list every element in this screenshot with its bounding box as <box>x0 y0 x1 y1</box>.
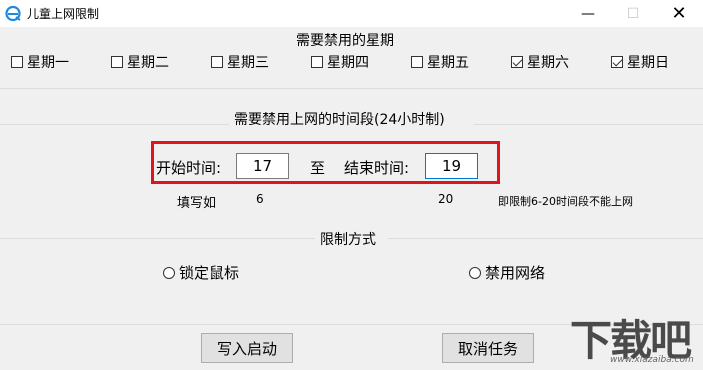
radio-label: 禁用网络 <box>485 264 546 282</box>
day-label: 星期四 <box>327 55 369 71</box>
checkbox-icon <box>211 56 223 68</box>
maximize-icon: ☐ <box>626 5 640 22</box>
example-start-value: 6 <box>256 192 264 206</box>
checkbox-icon <box>111 56 123 68</box>
days-section-title: 需要禁用的星期 <box>296 33 394 49</box>
start-time-label: 开始时间: <box>156 159 222 177</box>
minimize-icon: — <box>581 5 595 22</box>
radio-lock-mouse[interactable]: 锁定鼠标 <box>163 262 239 283</box>
radio-icon <box>163 266 175 279</box>
title-bar: 儿童上网限制 — ☐ ✕ <box>0 0 703 27</box>
day-label: 星期三 <box>227 55 269 71</box>
checkbox-icon <box>311 56 323 68</box>
method-section-title: 限制方式 <box>320 232 376 248</box>
day-checkbox-friday[interactable]: 星期五 <box>411 53 469 71</box>
example-end-value: 20 <box>438 192 454 206</box>
maximize-button[interactable]: ☐ <box>610 0 656 27</box>
divider <box>388 238 703 239</box>
window-title: 儿童上网限制 <box>27 7 100 21</box>
end-time-label: 结束时间: <box>344 159 410 177</box>
time-section-title: 需要禁用上网的时间段(24小时制) <box>234 112 445 128</box>
day-checkbox-wednesday[interactable]: 星期三 <box>211 53 269 71</box>
cancel-task-button[interactable]: 取消任务 <box>442 333 534 363</box>
day-checkbox-thursday[interactable]: 星期四 <box>311 53 369 71</box>
close-icon: ✕ <box>671 3 687 24</box>
divider <box>474 124 703 125</box>
minimize-button[interactable]: — <box>565 0 611 27</box>
day-checkbox-monday[interactable]: 星期一 <box>11 53 69 71</box>
day-label: 星期一 <box>27 55 69 71</box>
day-checkbox-tuesday[interactable]: 星期二 <box>111 53 169 71</box>
checkbox-icon <box>11 56 23 68</box>
to-label: 至 <box>310 159 326 177</box>
radio-icon <box>469 266 481 279</box>
start-time-input[interactable]: 17 <box>236 153 289 179</box>
close-button[interactable]: ✕ <box>656 0 702 27</box>
divider <box>0 124 229 125</box>
end-time-input[interactable]: 19 <box>425 153 478 179</box>
app-logo-icon <box>5 5 21 22</box>
watermark-url: www.xiazaiba.com <box>610 355 694 365</box>
divider <box>0 238 315 239</box>
day-checkbox-saturday[interactable]: 星期六 <box>511 53 569 71</box>
checkbox-checked-icon <box>511 56 523 68</box>
example-note: 即限制6-20时间段不能上网 <box>498 195 633 208</box>
radio-label: 锁定鼠标 <box>179 264 240 282</box>
day-label: 星期二 <box>127 55 169 71</box>
day-label: 星期六 <box>527 55 569 71</box>
day-label: 星期日 <box>627 55 669 71</box>
divider <box>0 88 703 89</box>
write-start-button[interactable]: 写入启动 <box>201 333 293 363</box>
checkbox-icon <box>411 56 423 68</box>
checkbox-checked-icon <box>611 56 623 68</box>
day-checkbox-sunday[interactable]: 星期日 <box>611 53 669 71</box>
radio-disable-network[interactable]: 禁用网络 <box>469 262 545 283</box>
example-label: 填写如 <box>177 196 217 211</box>
day-label: 星期五 <box>427 55 469 71</box>
